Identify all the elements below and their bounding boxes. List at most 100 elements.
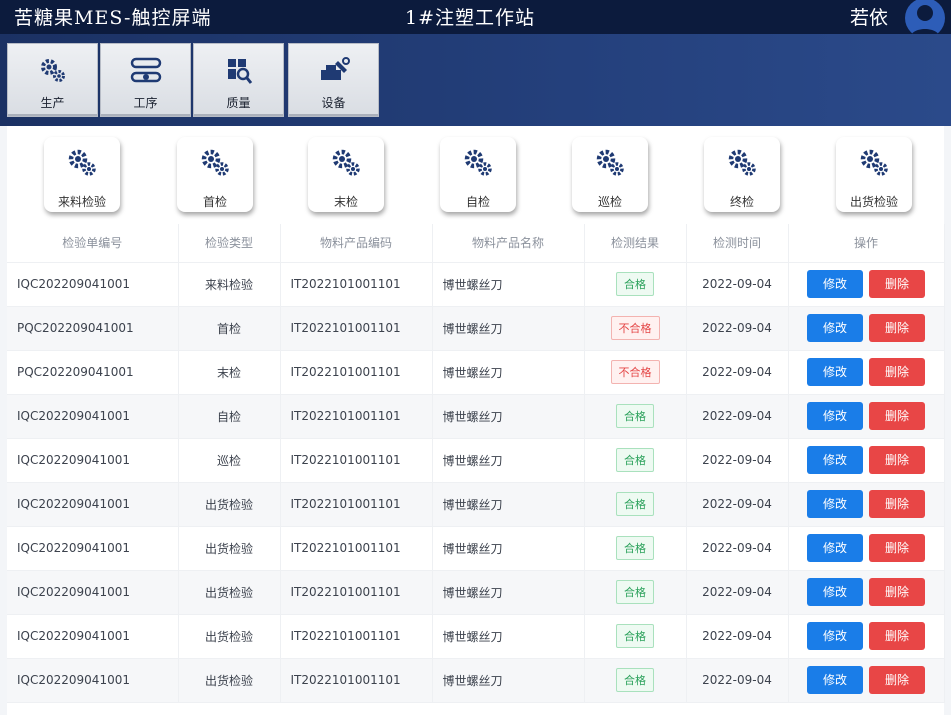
delete-button[interactable]: 删除 [869,666,925,694]
result-badge: 合格 [616,668,654,692]
result-badge: 合格 [616,272,654,296]
table-row[interactable]: IQC202209041001 出货检验 IT2022101001101 博世螺丝刀 合… [7,526,945,571]
tab-quality[interactable]: 质量 [193,43,284,117]
cell-inspection-no: IQC202209041001 [7,394,179,439]
edit-button[interactable]: 修改 [807,578,863,606]
cell-inspection-no: IQC202209041001 [7,526,179,571]
cell-material-code: IT2022101001101 [280,526,433,571]
table-row[interactable]: IQC202209041001 出货检验 IT2022101001101 博世螺丝刀 合… [7,570,945,615]
cell-inspection-type: 出货检验 [178,658,281,703]
delete-button[interactable]: 删除 [869,446,925,474]
cell-inspection-no: IQC202209041001 [7,614,179,659]
cell-material-code: IT2022101001101 [280,306,433,351]
col-material-name: 物料产品名称 [432,224,585,263]
user-name[interactable]: 若依 [850,3,888,30]
table-row[interactable]: PQC202209041001 首检 IT2022101001101 博世螺丝刀 不合格… [7,306,945,351]
result-badge: 合格 [616,624,654,648]
table-row[interactable]: IQC202209041001 巡检 IT2022101001101 博世螺丝刀 合格 2… [7,438,945,483]
cell-actions: 修改 删除 [788,262,945,307]
cell-date: 2022-09-04 [686,438,789,483]
tab-production[interactable]: 生产 [7,43,98,117]
edit-button[interactable]: 修改 [807,490,863,518]
cell-material-name: 博世螺丝刀 [432,526,585,571]
gears-icon [596,149,624,176]
inspection-type-button[interactable]: 出货检验 [836,137,912,212]
cell-material-code: IT2022101001101 [280,482,433,527]
title-bar: 苦糖果MES-触控屏端 1#注塑工作站 若依 [0,0,951,38]
edit-button[interactable]: 修改 [807,446,863,474]
inspection-type-button[interactable]: 终检 [704,137,780,212]
cell-result: 不合格 [584,350,687,395]
user-icon [910,5,940,38]
edit-button[interactable]: 修改 [807,270,863,298]
cell-material-code: IT2022101001101 [280,614,433,659]
edit-button[interactable]: 修改 [807,402,863,430]
inspection-type-button[interactable]: 自检 [440,137,516,212]
delete-button[interactable]: 删除 [869,578,925,606]
inspection-type-label: 出货检验 [849,195,898,209]
tab-equipment[interactable]: 设备 [288,43,379,117]
delete-button[interactable]: 删除 [869,270,925,298]
app-title: 苦糖果MES-触控屏端 [14,7,212,29]
delete-button[interactable]: 删除 [869,314,925,342]
cell-actions: 修改 删除 [788,438,945,483]
tab-process[interactable]: 工序 [100,43,191,117]
edit-button[interactable]: 修改 [807,314,863,342]
edit-button[interactable]: 修改 [807,622,863,650]
cell-inspection-no: IQC202209041001 [7,482,179,527]
edit-button[interactable]: 修改 [807,358,863,386]
table-row[interactable]: IQC202209041001 自检 IT2022101001101 博世螺丝刀 合格 2… [7,394,945,439]
inspection-type-button[interactable]: 末检 [308,137,384,212]
cell-actions: 修改 删除 [788,394,945,439]
table-row[interactable]: IQC202209041001 来料检验 IT2022101001101 博世螺丝刀 合… [7,262,945,307]
cell-inspection-type: 来料检验 [178,262,281,307]
cell-material-name: 博世螺丝刀 [432,482,585,527]
delete-button[interactable]: 删除 [869,358,925,386]
inspection-type-label: 首检 [202,195,227,209]
cell-actions: 修改 删除 [788,570,945,615]
cell-material-code: IT2022101001101 [280,570,433,615]
inspection-type-button[interactable]: 来料检验 [44,137,120,212]
cell-material-code: IT2022101001101 [280,438,433,483]
cell-inspection-type: 出货检验 [178,526,281,571]
main-content: 来料检验 首检 末检 自检 巡检 终检 出货检验 检验单编号 检验类型 物料产品编码 物料产… [7,126,945,715]
cell-material-code: IT2022101001101 [280,350,433,395]
col-inspection-no: 检验单编号 [7,224,179,263]
cell-actions: 修改 删除 [788,614,945,659]
cell-inspection-type: 末检 [178,350,281,395]
delete-button[interactable]: 删除 [869,490,925,518]
cell-date: 2022-09-04 [686,394,789,439]
result-badge: 合格 [616,580,654,604]
cell-inspection-no: IQC202209041001 [7,570,179,615]
cell-material-name: 博世螺丝刀 [432,350,585,395]
cell-inspection-type: 首检 [178,306,281,351]
table-row[interactable]: IQC202209041001 出货检验 IT2022101001101 博世螺丝刀 合… [7,614,945,659]
table-row[interactable]: IQC202209041001 出货检验 IT2022101001101 博世螺丝刀 合… [7,482,945,527]
table-row[interactable]: IQC202209041001 出货检验 IT2022101001101 博世螺丝刀 合… [7,658,945,703]
tab-process-label: 工序 [133,96,158,110]
edit-button[interactable]: 修改 [807,666,863,694]
quality-icon [227,59,252,84]
cell-material-code: IT2022101001101 [280,262,433,307]
inspection-type-button[interactable]: 巡检 [572,137,648,212]
cell-inspection-type: 自检 [178,394,281,439]
gears-icon [860,149,888,176]
avatar[interactable] [905,0,945,38]
delete-button[interactable]: 删除 [869,402,925,430]
cell-actions: 修改 删除 [788,306,945,351]
gears-icon [68,149,96,176]
col-result: 检测结果 [584,224,687,263]
equipment-icon [320,57,350,80]
cell-result: 不合格 [584,306,687,351]
result-badge: 合格 [616,404,654,428]
col-material-code: 物料产品编码 [280,224,433,263]
edit-button[interactable]: 修改 [807,534,863,562]
cell-actions: 修改 删除 [788,658,945,703]
result-badge: 合格 [616,536,654,560]
inspection-type-button[interactable]: 首检 [177,137,253,212]
delete-button[interactable]: 删除 [869,534,925,562]
process-icon [130,57,161,83]
table-row[interactable]: PQC202209041001 末检 IT2022101001101 博世螺丝刀 不合格… [7,350,945,395]
delete-button[interactable]: 删除 [869,622,925,650]
result-badge: 合格 [616,492,654,516]
